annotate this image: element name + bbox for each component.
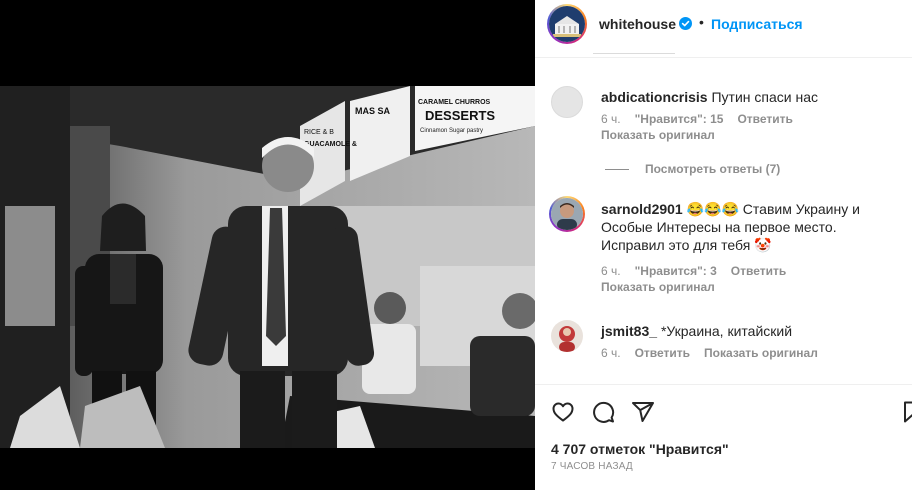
comment-likes[interactable]: "Нравится": 3 bbox=[635, 264, 717, 278]
comment-meta: 6 ч. Ответить Показать оригинал bbox=[601, 346, 832, 360]
bookmark-icon[interactable] bbox=[901, 400, 912, 424]
comment-likes[interactable]: "Нравится": 15 bbox=[635, 112, 724, 126]
commenter-avatar[interactable] bbox=[551, 86, 583, 118]
comment-icon[interactable] bbox=[591, 400, 615, 424]
commenter-avatar[interactable] bbox=[549, 196, 585, 232]
commenter-username[interactable]: abdicationcrisis bbox=[601, 89, 708, 105]
scroll-indicator bbox=[593, 48, 675, 54]
commenter-username[interactable]: sarnold2901 bbox=[601, 201, 683, 217]
person-photo-icon bbox=[551, 198, 583, 230]
comments-panel: whitehouse • Подписаться abdicationcrisi… bbox=[535, 0, 912, 490]
show-original-button[interactable]: Показать оригинал bbox=[601, 128, 715, 142]
comment-text: sarnold2901 😂😂😂 Ставим Украину и Особые … bbox=[601, 200, 897, 254]
commenter-username[interactable]: jsmit83_ bbox=[601, 323, 657, 339]
reply-button[interactable]: Ответить bbox=[635, 346, 690, 360]
reply-button[interactable]: Ответить bbox=[731, 264, 786, 278]
photo-sign-text: MAS SA bbox=[355, 106, 391, 116]
white-house-logo-icon bbox=[549, 6, 585, 42]
comment-content: *Украина, китайский bbox=[660, 323, 793, 339]
photo-sign-text: RICE & B bbox=[304, 129, 334, 136]
photo-sign-text: CARAMEL CHURROS bbox=[418, 99, 491, 106]
post-media-pane: MAS SA DESSERTS CARAMEL CHURROS Cinnamon… bbox=[0, 0, 535, 490]
comment-text: abdicationcrisis Путин спаси нас bbox=[601, 88, 897, 106]
replies-line bbox=[605, 169, 629, 171]
likes-count[interactable]: 4 707 отметок "Нравится" bbox=[551, 441, 729, 457]
post-photo[interactable]: MAS SA DESSERTS CARAMEL CHURROS Cinnamon… bbox=[0, 86, 535, 448]
share-icon[interactable] bbox=[631, 400, 655, 424]
actions-divider bbox=[535, 384, 912, 385]
photo-sign-text: DESSERTS bbox=[425, 108, 495, 123]
reply-button[interactable]: Ответить bbox=[737, 112, 792, 126]
show-original-button[interactable]: Показать оригинал bbox=[601, 280, 715, 294]
view-replies-button[interactable]: Посмотреть ответы (7) bbox=[605, 162, 780, 176]
verified-badge-icon bbox=[679, 17, 692, 30]
account-username[interactable]: whitehouse bbox=[599, 16, 676, 32]
separator-dot: • bbox=[699, 14, 704, 30]
show-original-button[interactable]: Показать оригинал bbox=[704, 346, 818, 360]
commenter-avatar[interactable] bbox=[551, 320, 583, 352]
comment-meta: 6 ч. "Нравится": 15 Ответить bbox=[601, 112, 807, 126]
header-divider bbox=[535, 57, 912, 58]
photo-illustration: MAS SA DESSERTS CARAMEL CHURROS Cinnamon… bbox=[0, 86, 535, 448]
follow-button[interactable]: Подписаться bbox=[711, 16, 803, 32]
comment-time[interactable]: 6 ч. bbox=[601, 264, 621, 278]
comment-text: jsmit83_ *Украина, китайский bbox=[601, 322, 897, 340]
person-photo-icon bbox=[551, 320, 583, 352]
post-header: whitehouse • Подписаться bbox=[535, 0, 912, 48]
comment-meta: 6 ч. "Нравится": 3 Ответить bbox=[601, 264, 800, 278]
account-avatar[interactable] bbox=[547, 4, 587, 44]
photo-sign-text: Cinnamon Sugar pastry bbox=[420, 128, 483, 134]
post-timestamp[interactable]: 7 ЧАСОВ НАЗАД bbox=[551, 461, 633, 472]
comment-time[interactable]: 6 ч. bbox=[601, 112, 621, 126]
heart-icon[interactable] bbox=[551, 400, 575, 424]
view-replies-label: Посмотреть ответы (7) bbox=[645, 162, 781, 176]
comment-content: Путин спаси нас bbox=[711, 89, 818, 105]
comment-time[interactable]: 6 ч. bbox=[601, 346, 621, 360]
